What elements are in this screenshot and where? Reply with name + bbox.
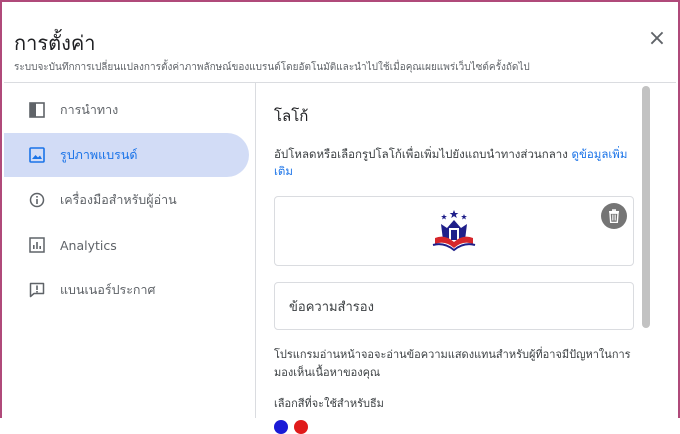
- sidebar-item-announcement-banner[interactable]: แบนเนอร์ประกาศ: [4, 268, 249, 312]
- analytics-icon: [28, 236, 46, 254]
- dialog-subtitle: ระบบจะบันทึกการเปลี่ยนแปลงการตั้งค่าภาพล…: [14, 62, 530, 73]
- settings-sidebar: การนำทาง รูปภาพแบรนด์ เครื่องมือสำหรับผู…: [4, 88, 249, 313]
- delete-logo-button[interactable]: [601, 203, 627, 229]
- section-title: โลโก้: [274, 107, 309, 125]
- trash-icon: [609, 209, 619, 223]
- announcement-icon: [28, 281, 46, 299]
- alt-text-helper: โปรแกรมอ่านหน้าจอจะอ่านข้อความแสดงแทนสำห…: [274, 348, 631, 379]
- navigation-icon: [28, 101, 46, 119]
- sidebar-divider: [255, 83, 256, 418]
- logo-description: อัปโหลดหรือเลือกรูปโลโก้เพื่อเพิ่มไปยังแ…: [274, 146, 634, 180]
- theme-color-blue[interactable]: [274, 420, 288, 434]
- sidebar-item-brand-images[interactable]: รูปภาพแบรนด์: [4, 133, 249, 177]
- scrollbar-thumb[interactable]: [642, 86, 650, 328]
- sidebar-item-label: แบนเนอร์ประกาศ: [60, 282, 156, 297]
- description-text: อัปโหลดหรือเลือกรูปโลโก้เพื่อเพิ่มไปยังแ…: [274, 147, 568, 161]
- theme-color-label: เลือกสีที่จะใช้สำหรับธีม: [274, 397, 384, 410]
- image-icon: [28, 146, 46, 164]
- sidebar-item-analytics[interactable]: Analytics: [4, 223, 249, 267]
- sidebar-item-label: รูปภาพแบรนด์: [60, 147, 138, 162]
- header-divider: [4, 82, 676, 83]
- theme-color-red[interactable]: [294, 420, 308, 434]
- info-icon: [28, 191, 46, 209]
- theme-color-options: [274, 420, 634, 434]
- dialog-title: การตั้งค่า: [14, 31, 96, 55]
- dialog-header: การตั้งค่า ระบบจะบันทึกการเปลี่ยนแปลงการ…: [14, 32, 658, 75]
- brand-logo-image: [432, 210, 476, 252]
- sidebar-item-label: การนำทาง: [60, 102, 119, 117]
- sidebar-item-reader-tools[interactable]: เครื่องมือสำหรับผู้อ่าน: [4, 178, 249, 222]
- settings-dialog: การตั้งค่า ระบบจะบันทึกการเปลี่ยนแปลงการ…: [0, 0, 680, 434]
- sidebar-item-label: Analytics: [60, 237, 117, 253]
- sidebar-item-label: เครื่องมือสำหรับผู้อ่าน: [60, 192, 177, 207]
- logo-preview[interactable]: [274, 196, 634, 266]
- alt-text-input[interactable]: ข้อความสำรอง: [274, 282, 634, 330]
- sidebar-item-navigation[interactable]: การนำทาง: [4, 88, 249, 132]
- logo-settings-panel: โลโก้ อัปโหลดหรือเลือกรูปโลโก้เพื่อเพิ่ม…: [274, 88, 634, 434]
- close-icon[interactable]: ×: [644, 26, 670, 52]
